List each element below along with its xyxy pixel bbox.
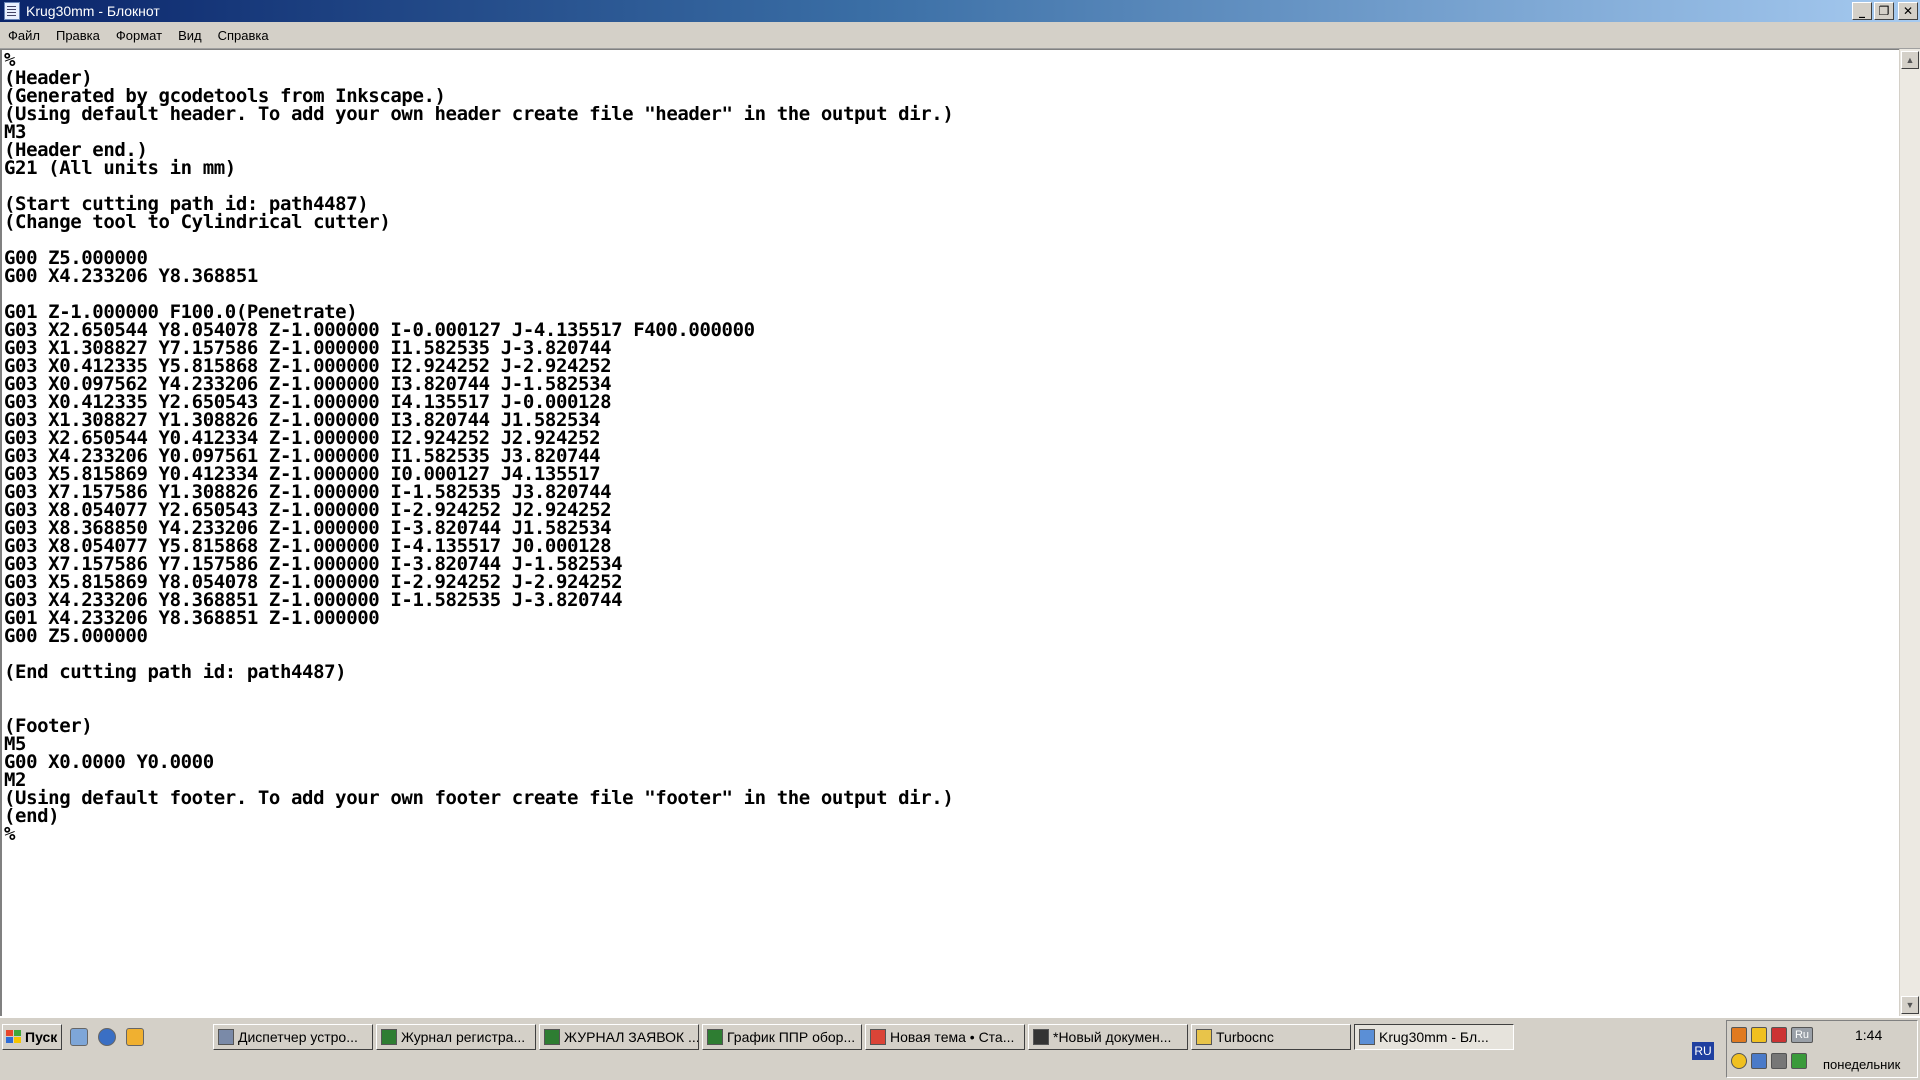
taskbar-button-label: Диспетчер устро...: [238, 1029, 358, 1045]
start-button[interactable]: Пуск: [2, 1024, 62, 1050]
restore-button[interactable]: ❐: [1874, 2, 1894, 20]
safely-remove-icon[interactable]: [1791, 1053, 1807, 1069]
taskbar-button-label: Журнал регистра...: [401, 1029, 526, 1045]
scroll-up-button[interactable]: ▲: [1901, 51, 1919, 69]
menu-help[interactable]: Справка: [210, 28, 277, 43]
excel-icon: [381, 1029, 397, 1045]
media-player-icon[interactable]: [98, 1028, 116, 1046]
menu-file[interactable]: Файл: [0, 28, 48, 43]
inkscape-icon: [1033, 1029, 1049, 1045]
taskbar-button-label: Новая тема • Ста...: [890, 1029, 1015, 1045]
excel-icon: [707, 1029, 723, 1045]
taskbar-button[interactable]: Turbocnc: [1191, 1024, 1351, 1050]
minimize-button[interactable]: _: [1852, 2, 1872, 20]
taskbar-button-label: Krug30mm - Бл...: [1379, 1029, 1489, 1045]
tray-app3-icon[interactable]: [1771, 1053, 1787, 1069]
taskbar-button-label: *Новый докумен...: [1053, 1029, 1172, 1045]
shield-icon[interactable]: [1751, 1027, 1767, 1043]
clock-time[interactable]: 1:44: [1855, 1027, 1882, 1043]
folder-icon: [1196, 1029, 1212, 1045]
text-editor[interactable]: % (Header) (Generated by gcodetools from…: [0, 49, 1899, 1016]
scroll-down-button[interactable]: ▼: [1901, 996, 1919, 1014]
clock-day: понедельник: [1823, 1057, 1901, 1072]
taskbar-button[interactable]: Krug30mm - Бл...: [1354, 1024, 1514, 1050]
network-icon[interactable]: [1751, 1053, 1767, 1069]
taskbar-button[interactable]: График ППР обор...: [702, 1024, 862, 1050]
taskbar: Пуск Диспетчер устро... Журнал регистра..…: [0, 1016, 1920, 1080]
volume-icon[interactable]: [1771, 1027, 1787, 1043]
show-desktop-icon[interactable]: [70, 1028, 88, 1046]
tray-app-icon[interactable]: [1731, 1027, 1747, 1043]
taskbar-button-label: Turbocnc: [1216, 1029, 1274, 1045]
chrome-icon: [870, 1029, 886, 1045]
close-button[interactable]: ✕: [1898, 2, 1918, 20]
keyboard-layout-icon[interactable]: Ru: [1791, 1027, 1813, 1043]
start-label: Пуск: [25, 1029, 58, 1045]
menu-format[interactable]: Формат: [108, 28, 170, 43]
taskbar-button[interactable]: Журнал регистра...: [376, 1024, 536, 1050]
title-bar[interactable]: Krug30mm - Блокнот _ ❐ ✕: [0, 0, 1920, 22]
taskbar-button[interactable]: Диспетчер устро...: [213, 1024, 373, 1050]
windows-logo-icon: [6, 1030, 22, 1044]
taskbar-button[interactable]: *Новый докумен...: [1028, 1024, 1188, 1050]
device-manager-icon: [218, 1029, 234, 1045]
taskbar-button[interactable]: ЖУРНАЛ ЗАЯВОК ...: [539, 1024, 699, 1050]
taskbar-button-label: График ППР обор...: [727, 1029, 856, 1045]
vertical-scrollbar[interactable]: ▲ ▼: [1899, 49, 1920, 1016]
language-indicator[interactable]: RU: [1692, 1042, 1714, 1060]
notepad-icon: [4, 2, 20, 20]
window-title: Krug30mm - Блокнот: [26, 3, 160, 19]
menu-view[interactable]: Вид: [170, 28, 210, 43]
menu-edit[interactable]: Правка: [48, 28, 108, 43]
system-tray: Ru 1:44 понедельник: [1726, 1020, 1918, 1078]
taskbar-button-label: ЖУРНАЛ ЗАЯВОК ...: [564, 1029, 699, 1045]
taskbar-button[interactable]: Новая тема • Ста...: [865, 1024, 1025, 1050]
notepad-icon: [1359, 1029, 1375, 1045]
menu-bar: Файл Правка Формат Вид Справка: [0, 22, 1920, 49]
excel-icon: [544, 1029, 560, 1045]
tray-app2-icon[interactable]: [1731, 1053, 1747, 1069]
document-text[interactable]: % (Header) (Generated by gcodetools from…: [2, 50, 1899, 844]
quicklaunch-app-icon[interactable]: [126, 1028, 144, 1046]
